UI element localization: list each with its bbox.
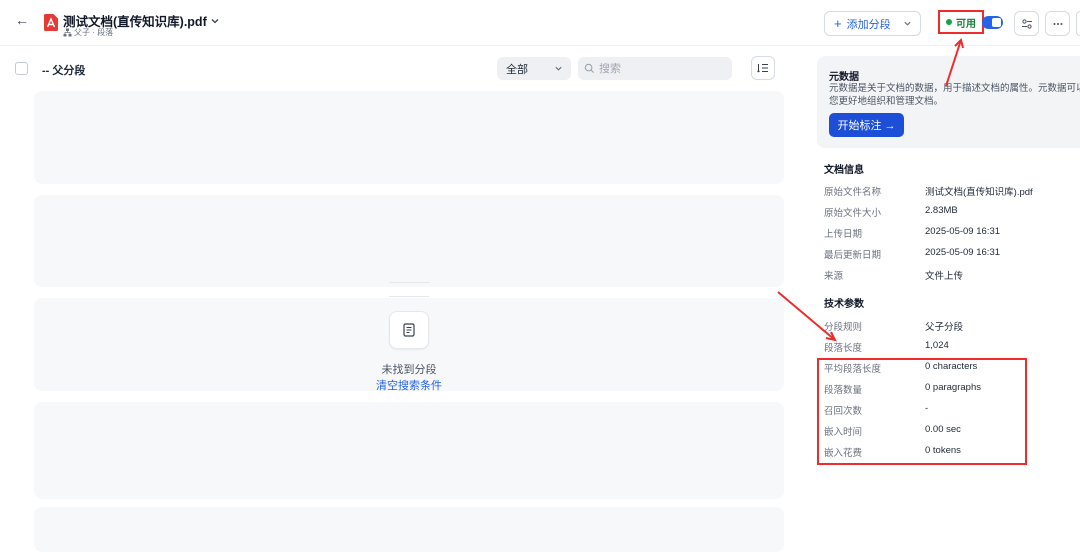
info-key: 分段规则: [824, 322, 863, 333]
search-icon: [584, 63, 595, 74]
status-filter-select[interactable]: 全部: [497, 57, 571, 80]
info-row: 嵌入时间 0.00 sec: [824, 424, 1080, 440]
top-header: ← 测试文档(直传知识库).pdf 父子 · 段落 + 添加分段 可用: [0, 0, 1080, 46]
info-value: 0 tokens: [925, 445, 961, 456]
info-key: 来源: [824, 271, 844, 282]
info-row: 段落数量 0 paragraphs: [824, 382, 1080, 398]
info-key: 原始文件大小: [824, 208, 882, 219]
plus-icon: +: [834, 16, 842, 31]
sliders-icon: [1021, 18, 1032, 29]
metadata-description: 元数据是关于文档的数据，用于描述文档的属性。元数据可以帮 您更好地组织和管理文档…: [829, 82, 1080, 108]
info-key: 段落数量: [824, 385, 863, 396]
segment-placeholder: [34, 402, 784, 499]
status-badge: 可用: [938, 10, 984, 34]
segment-placeholder: [34, 507, 784, 552]
info-value: 0 characters: [925, 361, 978, 372]
metadata-desc-line: 您更好地组织和管理文档。: [829, 96, 944, 107]
metadata-card: 元数据 元数据是关于文档的数据，用于描述文档的属性。元数据可以帮 您更好地组织和…: [817, 56, 1080, 148]
info-value: 2025-05-09 16:31: [925, 247, 1001, 258]
segment-placeholder: [34, 91, 784, 184]
tech-params-title: 技术参数: [824, 299, 864, 310]
search-box[interactable]: [578, 57, 732, 80]
status-dot-icon: [946, 19, 952, 25]
metadata-title: 元数据: [829, 72, 859, 83]
info-key: 平均段落长度: [824, 364, 882, 375]
list-indent-icon: [757, 63, 768, 73]
info-value: 0.00 sec: [925, 424, 961, 435]
select-all-checkbox[interactable]: [15, 62, 28, 75]
info-key: 上传日期: [824, 229, 863, 240]
info-value: 父子分段: [925, 322, 964, 333]
chevron-down-icon[interactable]: [894, 12, 920, 35]
info-value: -: [925, 403, 929, 414]
more-options-button[interactable]: [1045, 11, 1070, 36]
info-row: 上传日期 2025-05-09 16:31: [824, 226, 1080, 242]
empty-document-icon: [389, 311, 429, 349]
segment-placeholder: [34, 195, 784, 287]
info-value: 2.83MB: [925, 205, 958, 216]
more-horizontal-icon: [1053, 22, 1062, 25]
info-row: 原始文件大小 2.83MB: [824, 205, 1080, 221]
info-row: 平均段落长度 0 characters: [824, 361, 1080, 377]
clear-search-link[interactable]: 清空搜索条件: [370, 377, 448, 393]
info-value: 2025-05-09 16:31: [925, 226, 1001, 237]
divider: [389, 296, 429, 297]
info-row: 原始文件名称 测试文档(直传知识库).pdf: [824, 184, 1080, 200]
chevron-down-icon: [211, 18, 219, 23]
info-row: 嵌入花费 0 tokens: [824, 445, 1080, 461]
empty-state-message: 未找到分段: [381, 364, 437, 376]
info-value: 测试文档(直传知识库).pdf: [925, 187, 1033, 198]
panel-toggle-button[interactable]: [1076, 11, 1080, 36]
info-value: 文件上传: [925, 271, 964, 282]
metadata-desc-line: 元数据是关于文档的数据，用于描述文档的属性。元数据可以帮: [829, 83, 1080, 94]
info-key: 嵌入时间: [824, 427, 863, 438]
chevron-down-icon: [555, 66, 562, 71]
info-row: 最后更新日期 2025-05-09 16:31: [824, 247, 1080, 263]
back-arrow-icon[interactable]: ←: [14, 12, 30, 28]
enable-toggle[interactable]: [982, 16, 1003, 29]
start-annotation-button[interactable]: 开始标注 →: [829, 113, 904, 137]
filter-value: 全部: [506, 63, 528, 76]
settings-sliders-button[interactable]: [1014, 11, 1039, 36]
segment-type-label: -- 父分段: [42, 65, 86, 77]
info-key: 段落长度: [824, 343, 863, 354]
info-row: 分段规则 父子分段: [824, 319, 1080, 335]
search-input[interactable]: [599, 62, 729, 75]
doc-subtitle: 父子 · 段落: [63, 27, 113, 38]
info-value: 0 paragraphs: [925, 382, 981, 393]
collapse-list-button[interactable]: [751, 56, 775, 80]
hierarchy-icon: [63, 28, 72, 37]
add-segment-label: 添加分段: [846, 18, 891, 31]
doc-info-title: 文档信息: [824, 165, 864, 176]
info-key: 最后更新日期: [824, 250, 882, 261]
info-key: 召回次数: [824, 406, 863, 417]
info-row: 来源 文件上传: [824, 268, 1080, 284]
info-row: 段落长度 1,024: [824, 340, 1080, 356]
info-key: 嵌入花费: [824, 448, 863, 459]
pdf-file-icon: [44, 14, 58, 31]
info-row: 召回次数 -: [824, 403, 1080, 419]
divider: [389, 282, 429, 283]
info-key: 原始文件名称: [824, 187, 882, 198]
doc-subtitle-text: 父子 · 段落: [74, 28, 114, 37]
status-label: 可用: [956, 18, 976, 30]
add-segment-button[interactable]: + 添加分段: [824, 11, 921, 36]
info-value: 1,024: [925, 340, 949, 351]
